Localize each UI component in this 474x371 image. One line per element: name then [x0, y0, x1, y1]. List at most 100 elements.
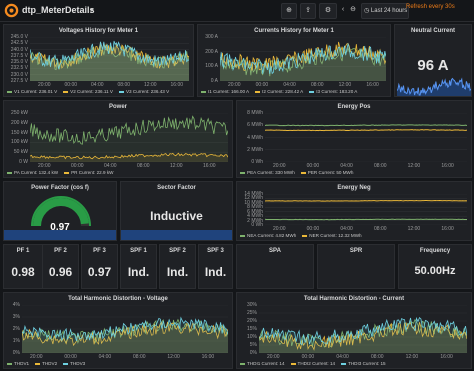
sector-baseline — [121, 230, 232, 240]
x-tick-label: 08:00 — [137, 163, 150, 169]
voltages-panel[interactable]: Voltages History for Meter 1 245.0 V 242.… — [3, 24, 194, 97]
back-button[interactable]: ‹ — [340, 3, 346, 19]
zoom-out-button[interactable]: ⊖ — [348, 3, 358, 19]
x-tick-label: 00:00 — [255, 82, 269, 88]
stat-panel-frequency[interactable]: Frequency 50.00Hz — [398, 244, 472, 289]
refresh-label[interactable]: Refresh every 30s — [406, 4, 455, 10]
x-tick-label: 20:00 — [267, 354, 280, 360]
panel-title: Voltages History for Meter 1 — [58, 28, 139, 34]
x-tick-label: 04:00 — [283, 82, 296, 88]
panel-title: Energy Pos — [337, 104, 371, 110]
y-tick-label: 0 A — [210, 78, 218, 84]
y-tick-label: 2 MWh — [247, 146, 263, 153]
legend-label: V2 Current: 236.11 V — [70, 89, 113, 94]
legend-swatch — [201, 90, 206, 93]
legend-item[interactable]: PA Current: 132.4 kW — [7, 170, 58, 175]
legend-item[interactable]: THDV2 — [35, 361, 57, 366]
legend-item[interactable]: THDV1 — [7, 361, 29, 366]
y-tick-label: 15% — [246, 326, 257, 332]
legend-swatch — [64, 171, 70, 174]
legend-item[interactable]: PER Current: 50 MWh — [300, 170, 354, 175]
legend-label: PER Current: 50 MWh — [307, 170, 354, 175]
share-button[interactable]: ⇪ — [300, 3, 316, 19]
stat-panel-spa[interactable]: SPA — [236, 244, 314, 289]
stat-panel-pf-3[interactable]: PF 3 0.97 — [81, 244, 118, 289]
y-tick-label: 25% — [246, 310, 257, 316]
legend-item[interactable]: THDV3 — [63, 361, 85, 366]
y-tick-label: 300 A — [205, 34, 218, 40]
y-tick-label: 50 kW — [13, 149, 28, 156]
y-tick-label: 5% — [249, 342, 257, 348]
stat-panel-spf-2[interactable]: SPF 2 Ind. — [159, 244, 196, 289]
legend-label: THDI2 Current: 14 — [297, 361, 336, 366]
y-tick-label: 0% — [249, 350, 257, 356]
stat-panel-spr[interactable]: SPR — [317, 244, 395, 289]
panel-title: Total Harmonic Distortion - Voltage — [68, 296, 168, 302]
chevron-down-icon[interactable]: ▾ — [90, 6, 94, 14]
legend-item[interactable]: V2 Current: 236.11 V — [63, 89, 113, 94]
legend-item[interactable]: THDI1 Current: 14 — [240, 361, 285, 366]
x-tick-label: 20:00 — [273, 163, 286, 169]
legend-swatch — [309, 90, 315, 93]
legend-item[interactable]: V1 Current: 236.01 V — [7, 89, 57, 94]
power-panel[interactable]: Power 250 kW 200 kW 150 kW 100 kW 50 kW 0 W 20… — [3, 100, 233, 178]
y-tick-label: 200 kW — [11, 119, 28, 126]
legend-item[interactable]: PR Current: 22.9 kW — [64, 170, 113, 175]
legend-item[interactable]: PEA Current: 330 MWh — [240, 170, 295, 175]
legend-label: PR Current: 22.9 kW — [71, 170, 114, 175]
grafana-logo-icon[interactable] — [4, 3, 19, 18]
settings-button[interactable]: ⚙ — [319, 3, 337, 19]
thd-voltage-panel[interactable]: Total Harmonic Distortion - Voltage 4% 3%… — [3, 292, 233, 369]
legend-item[interactable]: NEA Current: 4.82 MWh — [240, 233, 296, 238]
y-tick-label: 240.0 V — [10, 46, 28, 53]
legend-item[interactable]: I2 Current: 228.42 A — [255, 89, 303, 94]
y-tick-label: 235.0 V — [10, 59, 28, 66]
y-tick-label: 242.5 V — [10, 40, 28, 47]
clock-icon: ◷ — [364, 8, 371, 14]
stat-panel-spf-3[interactable]: SPF 3 Ind. — [198, 244, 233, 289]
stat-panel-spf-1[interactable]: SPF 1 Ind. — [120, 244, 157, 289]
legend-item[interactable]: NER Current: 12.32 MWh — [302, 233, 362, 238]
neutral-current-panel[interactable]: Neutral Current 96 A — [394, 24, 472, 97]
chart-legend: NEA Current: 4.82 MWh NER Current: 12.32 … — [240, 233, 368, 238]
x-tick-label: 04:00 — [340, 163, 353, 169]
thd-current-panel[interactable]: Total Harmonic Distortion - Current 30% 2… — [236, 292, 472, 369]
chart-plot — [22, 305, 228, 353]
stat-title: SPF 2 — [169, 248, 186, 254]
x-tick-label: 12:00 — [407, 226, 421, 232]
legend-label: I2 Current: 228.42 A — [262, 89, 304, 94]
y-tick-label: 8 MWh — [247, 110, 263, 116]
legend-item[interactable]: THDI3 Current: 15 — [341, 361, 386, 366]
energy-neg-panel[interactable]: Energy Neg 14 MWh 12 MWh 10 MWh 8 MWh 6 MWh 4… — [236, 181, 472, 241]
legend-label: THDI3 Current: 15 — [348, 361, 386, 366]
legend-label: I3 Current: 183.20 A — [316, 89, 358, 94]
x-tick-label: 08:00 — [311, 82, 324, 88]
stat-title: SPF 3 — [207, 248, 224, 254]
legend-item[interactable]: I1 Current: 166.00 A — [201, 89, 249, 94]
chart-legend: THDI1 Current: 14 THDI2 Current: 14 THDI3 … — [240, 361, 392, 366]
x-tick-label: 16:00 — [441, 163, 454, 169]
time-picker[interactable]: ◷ Last 24 hours — [361, 3, 409, 19]
legend-item[interactable]: THDI2 Current: 14 — [290, 361, 336, 366]
legend-label: PEA Current: 330 MWh — [247, 170, 295, 175]
chevron-left-icon: ‹ — [341, 6, 345, 13]
power-factor-panel[interactable]: Power Factor (cos f) 0.97 — [3, 181, 117, 241]
chart-legend: PA Current: 132.4 kW PR Current: 22.9 kW — [7, 170, 119, 175]
legend-label: THDI1 Current: 14 — [247, 361, 285, 366]
x-tick-label: 08:00 — [133, 354, 146, 360]
neutral-sparkline — [397, 77, 471, 96]
energy-pos-panel[interactable]: Energy Pos 8 MWh 6 MWh 4 MWh 2 MWh 0 Wh 20:00… — [236, 100, 472, 178]
x-tick-label: 00:00 — [301, 354, 315, 360]
legend-item[interactable]: I3 Current: 183.20 A — [309, 89, 357, 94]
y-tick-label: 245.0 V — [10, 34, 28, 40]
dashboard-title[interactable]: dtp_MeterDetails — [22, 5, 95, 15]
sector-factor-panel[interactable]: Sector Factor Inductive — [120, 181, 233, 241]
x-tick-label: 16:00 — [203, 163, 216, 169]
stat-panel-pf-2[interactable]: PF 2 0.96 — [42, 244, 79, 289]
stat-panel-pf-1[interactable]: PF 1 0.98 — [3, 244, 43, 289]
x-tick-label: 04:00 — [336, 354, 349, 360]
currents-panel[interactable]: Currents History for Meter 1 300 A 200 A 1… — [197, 24, 391, 97]
x-tick-label: 04:00 — [98, 354, 112, 360]
legend-item[interactable]: V3 Current: 236.43 V — [118, 89, 169, 94]
add-panel-button[interactable]: ⊕ — [281, 3, 297, 19]
